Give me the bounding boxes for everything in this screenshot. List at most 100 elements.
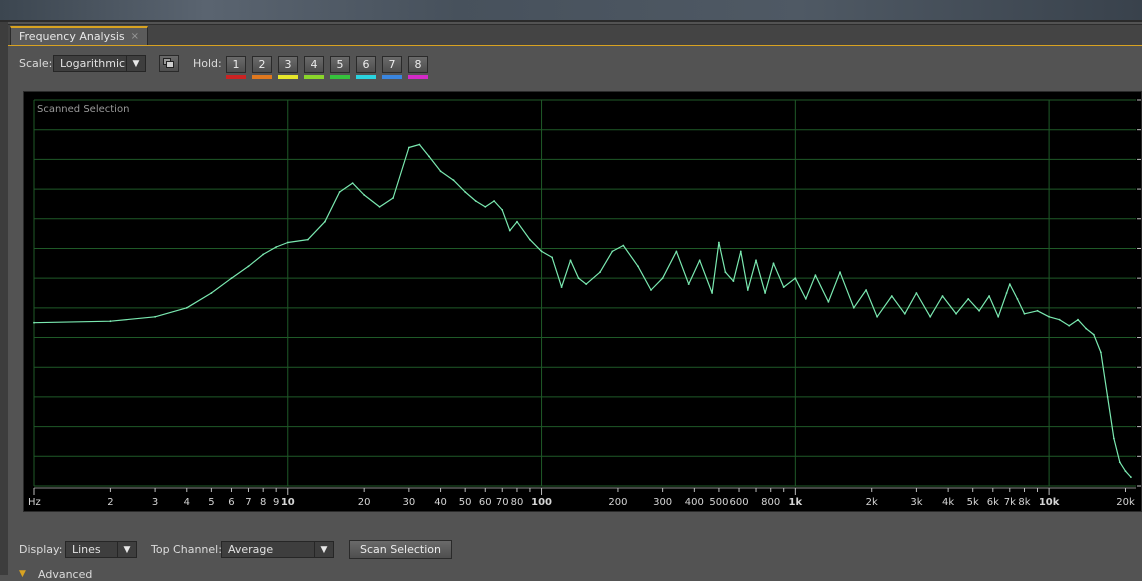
spectrum-point xyxy=(782,286,785,288)
close-icon[interactable]: × xyxy=(131,31,139,42)
spectrum-point xyxy=(988,295,990,297)
spectrum-point xyxy=(1068,324,1071,327)
frequency-chart-svg: 2 3 4 5 6 7 8 9 10 20 30 40 50 60 70 80 100 200 300 400 500 6… xyxy=(28,99,1141,508)
spectrum-point xyxy=(275,246,278,248)
x-tick-label: 70 xyxy=(496,497,509,508)
x-tick-label: 10k xyxy=(1039,497,1060,508)
x-tick-label: 8 xyxy=(260,497,266,508)
copy-to-clipboard-button[interactable] xyxy=(159,55,179,72)
x-tick-label: 200 xyxy=(608,497,627,508)
spectrum-point xyxy=(1106,396,1109,398)
frequency-plot[interactable]: 2 3 4 5 6 7 8 9 10 20 30 40 50 60 70 80 100 200 300 400 500 6… xyxy=(23,91,1142,512)
spectrum-point xyxy=(247,265,250,268)
spectrum-point xyxy=(1113,437,1115,440)
spectrum-point xyxy=(804,298,807,300)
display-label: Display: xyxy=(19,543,63,556)
display-value: Lines xyxy=(72,543,101,556)
spectrum-point xyxy=(622,244,625,247)
spectrum-point xyxy=(772,262,775,265)
x-tick-label: 4 xyxy=(184,497,190,508)
spectrum-point xyxy=(611,250,614,253)
hold-color-swatch-2 xyxy=(252,75,272,79)
hold-button-1[interactable]: 1 xyxy=(226,56,246,73)
spectrum-point xyxy=(739,250,742,253)
x-tick-label: 9 xyxy=(273,497,279,508)
spectrum-point xyxy=(827,301,830,303)
spectrum-point xyxy=(484,206,487,208)
x-tick-label: 3 xyxy=(152,497,158,508)
hold-button-5[interactable]: 5 xyxy=(330,56,350,73)
chevron-down-icon: ▼ xyxy=(126,56,145,71)
spectrum-point xyxy=(351,182,354,184)
hold-color-swatch-4 xyxy=(304,75,324,79)
spectrum-point xyxy=(560,286,563,288)
scan-selection-button[interactable]: Scan Selection xyxy=(349,540,452,559)
top-channel-value: Average xyxy=(228,543,274,556)
spectrum-point xyxy=(755,259,757,262)
spectrum-point xyxy=(903,312,906,315)
hold-button-2[interactable]: 2 xyxy=(252,56,272,73)
spectrum-point xyxy=(363,194,366,196)
spectrum-point xyxy=(230,277,233,280)
hold-button-6[interactable]: 6 xyxy=(356,56,376,73)
hold-color-swatch-8 xyxy=(408,75,428,79)
spectrum-point xyxy=(452,179,455,182)
spectrum-point xyxy=(650,289,652,291)
tab-label: Frequency Analysis xyxy=(19,30,125,43)
x-tick-label: 7 xyxy=(245,497,251,508)
x-tick-label: 800 xyxy=(761,497,780,508)
spectrum-point xyxy=(1085,327,1088,330)
application-header-strip xyxy=(0,0,1142,22)
spectrum-point xyxy=(978,309,980,312)
panel-tab-bar: Frequency Analysis × xyxy=(8,25,1142,46)
spectrum-point xyxy=(746,289,749,291)
display-dropdown[interactable]: Lines ▼ xyxy=(65,541,137,558)
spectrum-point xyxy=(941,295,944,297)
spectrum-point xyxy=(732,280,735,282)
expand-triangle-icon[interactable]: ▼ xyxy=(19,569,26,579)
x-tick-label: 5 xyxy=(208,497,214,508)
chevron-down-icon: ▼ xyxy=(117,542,136,557)
spectrum-line xyxy=(33,143,1132,478)
hold-button-7[interactable]: 7 xyxy=(382,56,402,73)
copy-icon xyxy=(163,58,174,68)
top-channel-dropdown[interactable]: Average ▼ xyxy=(221,541,334,558)
frequency-analysis-panel: Frequency Analysis × Scale: Logarithmic … xyxy=(8,24,1142,581)
plot-caption: Scanned Selection xyxy=(37,104,129,115)
hold-button-3[interactable]: 3 xyxy=(278,56,298,73)
hold-color-swatch-3 xyxy=(278,75,298,79)
spectrum-point xyxy=(794,277,797,280)
spectrum-point xyxy=(852,306,855,309)
spectrum-point xyxy=(378,206,381,208)
top-channel-label: Top Channel: xyxy=(151,543,222,556)
spectrum-point xyxy=(508,229,511,232)
spectrum-point xyxy=(439,170,442,173)
spectrum-point xyxy=(698,259,701,262)
tab-frequency-analysis[interactable]: Frequency Analysis × xyxy=(10,26,149,45)
x-tick-label: 30 xyxy=(402,497,415,508)
spectrum-point xyxy=(569,259,572,262)
hold-color-swatch-6 xyxy=(356,75,376,79)
spectrum-point xyxy=(428,155,430,158)
x-tick-label: 40 xyxy=(434,497,447,508)
x-tick-label: 20k xyxy=(1116,497,1135,508)
spectrum-point xyxy=(1077,318,1079,321)
x-tick-label: 7k xyxy=(1004,497,1016,508)
scale-dropdown[interactable]: Logarithmic ▼ xyxy=(53,55,146,72)
spectrum-point xyxy=(501,209,504,211)
spectrum-point xyxy=(1130,476,1132,478)
spectrum-point xyxy=(1048,315,1050,318)
spectrum-point xyxy=(1124,470,1127,473)
spectrum-point xyxy=(997,315,1000,318)
scale-value: Logarithmic xyxy=(60,57,126,70)
x-tick-label: 500 xyxy=(709,497,728,508)
x-tick-label: 1k xyxy=(789,497,803,508)
spectrum-point xyxy=(338,191,341,193)
x-tick-label: 10 xyxy=(281,497,295,508)
hold-button-8[interactable]: 8 xyxy=(408,56,428,73)
spectrum-point xyxy=(915,292,918,294)
hold-button-4[interactable]: 4 xyxy=(304,56,324,73)
spectrum-point xyxy=(109,320,112,323)
x-axis-unit-label: Hz xyxy=(28,497,41,508)
left-panel-edge xyxy=(0,22,8,575)
